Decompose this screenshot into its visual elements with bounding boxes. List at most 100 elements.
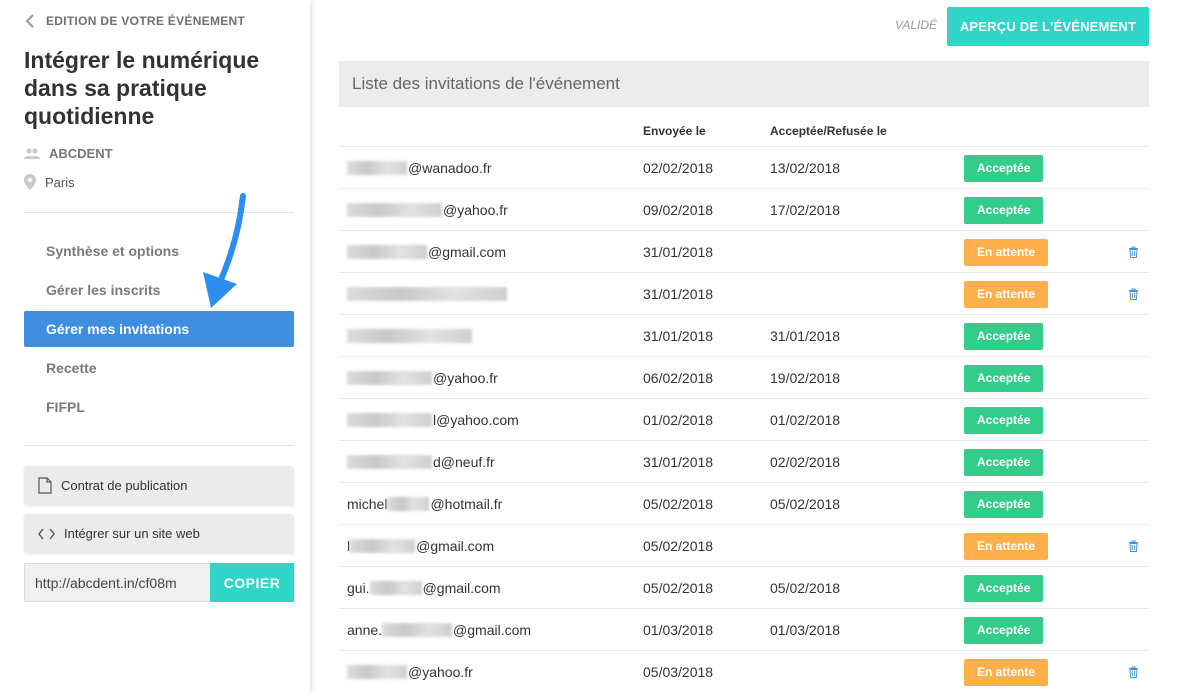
status-cell: Acceptée bbox=[964, 483, 1044, 525]
redacted-email-part bbox=[347, 413, 432, 427]
email-domain: @gmail.com bbox=[416, 538, 495, 554]
email-domain: @gmail.com bbox=[428, 244, 507, 260]
status-cell: Acceptée bbox=[964, 441, 1044, 483]
status-badge: Acceptée bbox=[964, 196, 1044, 224]
response-date-cell: 05/02/2018 bbox=[770, 496, 841, 512]
sent-date-cell: 05/02/2018 bbox=[643, 580, 714, 596]
response-date-cell: 13/02/2018 bbox=[770, 160, 841, 176]
status-cell: Acceptée bbox=[964, 399, 1044, 441]
email-cell: l @gmail.com bbox=[347, 525, 494, 567]
email-cell: d@neuf.fr bbox=[347, 441, 495, 483]
nav-item-label: Synthèse et options bbox=[46, 243, 180, 259]
redacted-email-part bbox=[347, 455, 432, 469]
email-cell: anne. @gmail.com bbox=[347, 609, 531, 651]
share-url-input[interactable] bbox=[24, 563, 210, 602]
status-badge: Acceptée bbox=[964, 364, 1044, 392]
table-row: @wanadoo.fr 02/02/2018 13/02/2018 Acceptée bbox=[339, 146, 1149, 188]
status-badge: Acceptée bbox=[964, 406, 1044, 434]
status-badge: Acceptée bbox=[964, 322, 1044, 350]
column-header-response: Acceptée/Refusée le bbox=[770, 124, 887, 138]
nav-item-label: FIFPL bbox=[46, 399, 85, 415]
nav-item-recette[interactable]: Recette bbox=[24, 350, 294, 386]
contract-button-label: Contrat de publication bbox=[61, 478, 188, 493]
delete-invitation-button[interactable] bbox=[1128, 525, 1139, 567]
status-badge: En attente bbox=[964, 658, 1049, 686]
status-cell: Acceptée bbox=[964, 315, 1044, 357]
redacted-email-part bbox=[382, 623, 453, 637]
status-badge: En attente bbox=[964, 238, 1049, 266]
redacted-email-part bbox=[347, 287, 507, 301]
status-cell: Acceptée bbox=[964, 189, 1044, 231]
email-domain: @yahoo.fr bbox=[443, 202, 508, 218]
status-badge: Acceptée bbox=[964, 574, 1044, 602]
location-pin-icon bbox=[24, 174, 36, 190]
sent-date-cell: 01/02/2018 bbox=[643, 412, 714, 428]
status-cell: Acceptée bbox=[964, 357, 1044, 399]
response-date-cell: 01/02/2018 bbox=[770, 412, 841, 428]
table-row: @yahoo.fr 06/02/2018 19/02/2018 Acceptée bbox=[339, 356, 1149, 398]
email-cell: @yahoo.fr bbox=[347, 651, 473, 693]
sent-date-cell: 05/02/2018 bbox=[643, 538, 714, 554]
table-row: michel @hotmail.fr 05/02/2018 05/02/2018 Acc… bbox=[339, 482, 1149, 524]
status-cell: Acceptée bbox=[964, 147, 1044, 189]
nav-item-invitations[interactable]: Gérer mes invitations bbox=[24, 311, 294, 347]
email-domain: @gmail.com bbox=[422, 580, 501, 596]
trash-icon bbox=[1129, 288, 1138, 300]
organizer-info: ABCDENT bbox=[24, 146, 113, 161]
divider bbox=[24, 445, 294, 446]
copy-button[interactable]: COPIER bbox=[210, 563, 294, 602]
table-row: 31/01/2018 31/01/2018 Acceptée bbox=[339, 314, 1149, 356]
delete-invitation-button[interactable] bbox=[1128, 273, 1139, 315]
nav-item-fifpl[interactable]: FIFPL bbox=[24, 389, 294, 425]
back-link-label: EDITION DE VOTRE ÉVÉNEMENT bbox=[46, 14, 246, 28]
email-cell: michel @hotmail.fr bbox=[347, 483, 502, 525]
response-date-cell: 19/02/2018 bbox=[770, 370, 841, 386]
email-cell: @wanadoo.fr bbox=[347, 147, 491, 189]
redacted-email-part bbox=[350, 539, 416, 553]
delete-invitation-button[interactable] bbox=[1128, 231, 1139, 273]
status-cell: En attente bbox=[964, 525, 1049, 567]
delete-invitation-button[interactable] bbox=[1128, 651, 1139, 693]
table-row: l @gmail.com 05/02/2018 En attente bbox=[339, 524, 1149, 566]
redacted-email-part bbox=[347, 245, 427, 259]
table-row: d@neuf.fr 31/01/2018 02/02/2018 Acceptée bbox=[339, 440, 1149, 482]
redacted-email-part bbox=[347, 665, 407, 679]
redacted-email-part bbox=[347, 329, 472, 343]
status-cell: Acceptée bbox=[964, 609, 1044, 651]
email-cell: @yahoo.fr bbox=[347, 357, 498, 399]
preview-event-button[interactable]: APERÇU DE L'ÉVÉNEMENT bbox=[947, 7, 1149, 46]
email-domain: @wanadoo.fr bbox=[408, 160, 492, 176]
email-prefix: michel bbox=[347, 496, 388, 512]
sidebar: EDITION DE VOTRE ÉVÉNEMENT Intégrer le n… bbox=[0, 0, 310, 693]
email-domain: @yahoo.fr bbox=[408, 664, 473, 680]
location-info: Paris bbox=[24, 174, 75, 190]
status-badge: Acceptée bbox=[964, 448, 1044, 476]
trash-icon bbox=[1129, 540, 1138, 552]
back-link[interactable]: EDITION DE VOTRE ÉVÉNEMENT bbox=[24, 14, 245, 28]
embed-button[interactable]: Intégrer sur un site web bbox=[24, 514, 294, 553]
email-cell: @gmail.com bbox=[347, 231, 506, 273]
chevron-left-icon bbox=[25, 14, 34, 28]
annotation-arrow-icon bbox=[203, 193, 246, 308]
status-badge: Acceptée bbox=[964, 154, 1044, 182]
sent-date-cell: 09/02/2018 bbox=[643, 202, 714, 218]
sent-date-cell: 05/02/2018 bbox=[643, 496, 714, 512]
email-prefix: gui. bbox=[347, 580, 370, 596]
table-row: anne. @gmail.com 01/03/2018 01/03/2018 Accep… bbox=[339, 608, 1149, 650]
trash-icon bbox=[1129, 246, 1138, 258]
sent-date-cell: 01/03/2018 bbox=[643, 622, 714, 638]
panel-title-text: Liste des invitations de l'événement bbox=[352, 74, 620, 93]
email-cell: l@yahoo.com bbox=[347, 399, 519, 441]
table-row: 31/01/2018 En attente bbox=[339, 272, 1149, 314]
contract-button[interactable]: Contrat de publication bbox=[24, 466, 294, 505]
sent-date-cell: 31/01/2018 bbox=[643, 286, 714, 302]
status-cell: En attente bbox=[964, 231, 1049, 273]
event-title: Intégrer le numérique dans sa pratique q… bbox=[24, 47, 260, 129]
redacted-email-part bbox=[387, 497, 430, 511]
sent-date-cell: 05/03/2018 bbox=[643, 664, 714, 680]
status-cell: En attente bbox=[964, 651, 1049, 693]
status-cell: Acceptée bbox=[964, 567, 1044, 609]
response-date-cell: 17/02/2018 bbox=[770, 202, 841, 218]
redacted-email-part bbox=[369, 581, 422, 595]
embed-button-label: Intégrer sur un site web bbox=[64, 526, 200, 541]
